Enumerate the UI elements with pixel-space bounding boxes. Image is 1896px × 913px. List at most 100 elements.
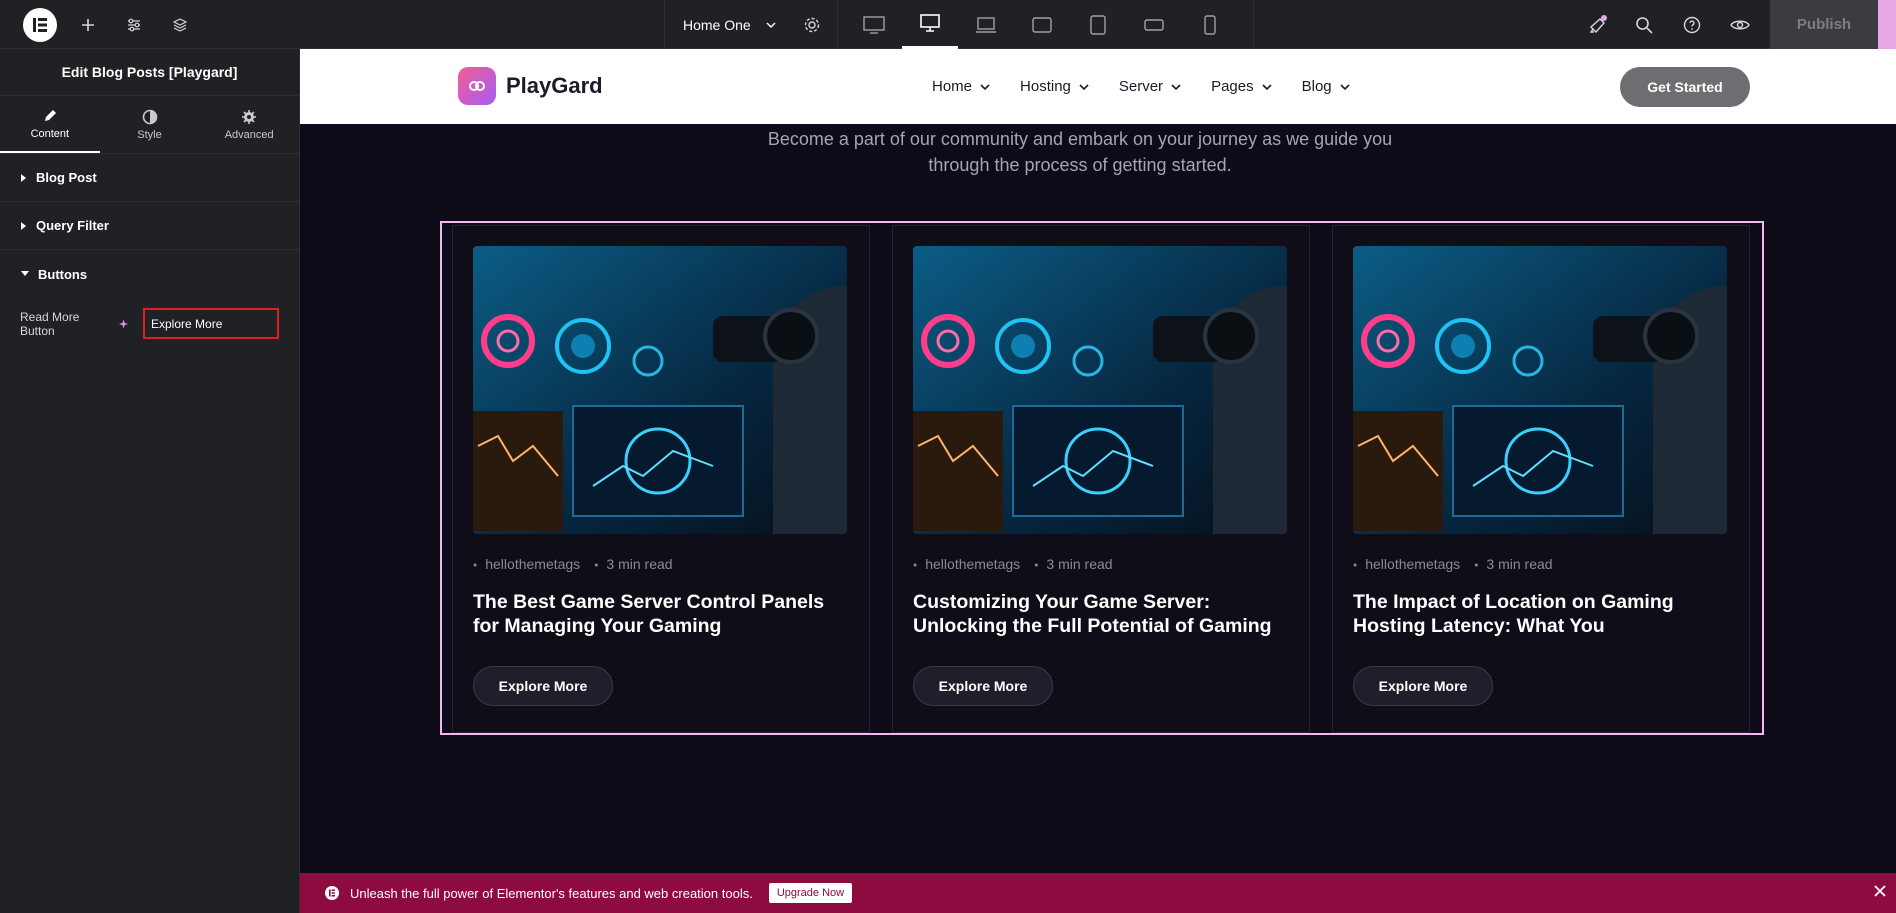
post-tag[interactable]: hellothemetags (1353, 556, 1460, 572)
device-desktop-button[interactable] (846, 0, 902, 49)
plus-icon (82, 18, 94, 31)
device-mobile-landscape-button[interactable] (1126, 0, 1182, 49)
chevron-down-icon (766, 22, 776, 28)
elementor-badge-icon (325, 886, 339, 900)
responsive-mode-bar (838, 0, 1254, 49)
chevron-down-icon (1340, 83, 1350, 90)
chevron-down-icon (980, 83, 990, 90)
device-tablet-landscape-button[interactable] (1014, 0, 1070, 49)
device-widescreen-button[interactable] (902, 0, 958, 49)
eye-icon (1730, 20, 1750, 29)
publish-button[interactable]: Publish (1770, 0, 1878, 49)
caret-down-icon (21, 271, 29, 276)
section-query-filter[interactable]: Query Filter (0, 202, 299, 250)
post-meta: hellothemetags 3 min read (473, 556, 672, 572)
post-thumbnail[interactable] (473, 246, 847, 534)
tab-style-label: Style (137, 128, 162, 141)
tablet-landscape-icon (1032, 16, 1052, 33)
chevron-down-icon (1262, 83, 1272, 90)
page-name: Home One (683, 16, 751, 33)
section-blog-post-label: Blog Post (36, 170, 97, 185)
tab-content-label: Content (30, 127, 70, 140)
nav-item-home[interactable]: Home (932, 78, 990, 95)
upgrade-promo-bar: Unleash the full power of Elementor's fe… (300, 873, 1896, 913)
device-tablet-portrait-button[interactable] (1070, 0, 1126, 49)
explore-more-button[interactable]: Explore More (473, 666, 613, 706)
nav-item-pages[interactable]: Pages (1211, 78, 1272, 95)
help-button[interactable] (1674, 0, 1710, 49)
tab-advanced[interactable]: Advanced (199, 96, 299, 153)
nav-item-server[interactable]: Server (1119, 78, 1181, 95)
explore-more-button[interactable]: Explore More (913, 666, 1053, 706)
device-laptop-button[interactable] (958, 0, 1014, 49)
get-started-button[interactable]: Get Started (1620, 67, 1750, 107)
close-icon[interactable] (1872, 883, 1888, 899)
tab-style[interactable]: Style (100, 96, 200, 153)
layers-icon (172, 17, 188, 32)
post-read-time: 3 min read (1034, 556, 1112, 572)
post-meta: hellothemetags 3 min read (913, 556, 1112, 572)
post-title[interactable]: The Impact of Location on Gaming Hosting… (1353, 590, 1733, 638)
post-title[interactable]: The Best Game Server Control Panels for … (473, 590, 853, 638)
read-more-label: Read More Button (20, 309, 80, 338)
megaphone-icon (1589, 14, 1607, 33)
upgrade-now-button[interactable]: Upgrade Now (768, 883, 853, 903)
tab-content[interactable]: Content (0, 96, 100, 153)
tab-advanced-label: Advanced (224, 128, 274, 141)
page-selector[interactable]: Home One (664, 0, 838, 49)
nav-item-label: Hosting (1020, 78, 1071, 95)
read-more-input[interactable] (143, 308, 279, 339)
page-settings-icon[interactable] (803, 16, 821, 34)
post-thumbnail[interactable] (913, 246, 1287, 534)
post-thumbnail[interactable] (1353, 246, 1727, 534)
mobile-portrait-icon (1204, 14, 1216, 35)
blog-posts-widget[interactable]: hellothemetags 3 min read The Best Game … (440, 221, 1764, 735)
post-tag[interactable]: hellothemetags (913, 556, 1020, 572)
preview-canvas: PlayGard Home Hosting Server Pages Blog … (300, 49, 1896, 913)
panel-title: Edit Blog Posts [Playgard] (0, 49, 299, 96)
site-nav: Home Hosting Server Pages Blog (932, 49, 1350, 124)
tablet-portrait-icon (1090, 14, 1106, 35)
site-header: PlayGard Home Hosting Server Pages Blog … (300, 49, 1896, 124)
pencil-icon (44, 109, 56, 121)
vr-gamer-image-icon (913, 246, 1287, 534)
nav-item-label: Server (1118, 78, 1164, 95)
caret-right-icon (21, 221, 26, 230)
site-settings-button[interactable] (118, 0, 150, 49)
whats-new-button[interactable] (1580, 0, 1616, 49)
post-meta: hellothemetags 3 min read (1353, 556, 1552, 572)
elementor-logo-button[interactable] (23, 8, 57, 42)
section-buttons-label: Buttons (38, 266, 88, 282)
mobile-landscape-icon (1144, 18, 1164, 31)
post-read-time: 3 min read (594, 556, 672, 572)
brand-logo-icon (458, 67, 496, 105)
structure-button[interactable] (164, 0, 196, 49)
vr-gamer-image-icon (1353, 246, 1727, 534)
search-icon (1636, 16, 1653, 34)
panel-tabs: Content Style Advanced (0, 96, 299, 154)
promo-text: Unleash the full power of Elementor's fe… (350, 885, 753, 901)
section-buttons[interactable]: Buttons (0, 250, 299, 298)
device-mobile-portrait-button[interactable] (1182, 0, 1238, 49)
ai-sparkle-icon[interactable] (118, 318, 129, 330)
desktop-icon (863, 15, 885, 34)
publish-options-edge[interactable] (1878, 0, 1896, 49)
help-circle-icon (1683, 16, 1701, 33)
post-card: hellothemetags 3 min read The Impact of … (1332, 225, 1750, 733)
nav-item-blog[interactable]: Blog (1302, 78, 1350, 95)
site-brand[interactable]: PlayGard (458, 67, 603, 105)
nav-item-label: Pages (1211, 78, 1254, 95)
post-read-time: 3 min read (1474, 556, 1552, 572)
nav-item-hosting[interactable]: Hosting (1020, 78, 1089, 95)
brand-name: PlayGard (506, 73, 603, 98)
post-title[interactable]: Customizing Your Game Server: Unlocking … (913, 590, 1293, 638)
finder-button[interactable] (1626, 0, 1662, 49)
post-tag[interactable]: hellothemetags (473, 556, 580, 572)
post-card: hellothemetags 3 min read Customizing Yo… (892, 225, 1310, 733)
chevron-down-icon (1079, 83, 1089, 90)
add-element-button[interactable] (72, 0, 104, 49)
preview-button[interactable] (1722, 0, 1758, 49)
half-circle-icon (142, 109, 157, 124)
section-blog-post[interactable]: Blog Post (0, 154, 299, 202)
explore-more-button[interactable]: Explore More (1353, 666, 1493, 706)
